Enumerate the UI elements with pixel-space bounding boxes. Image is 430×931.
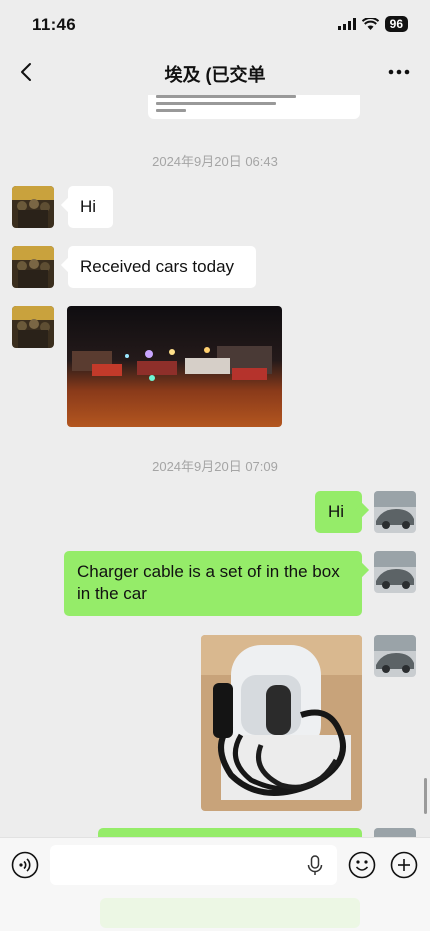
- microphone-icon[interactable]: [305, 855, 325, 877]
- message-input[interactable]: [50, 845, 337, 885]
- message-text: Charger cable is a set of in the box in …: [77, 562, 340, 603]
- timestamp: 2024年9月20日 07:09: [152, 459, 278, 474]
- signal-icon: [337, 18, 356, 30]
- message-text: Hi: [80, 197, 97, 216]
- previous-message-image[interactable]: [148, 95, 360, 119]
- emoji-button[interactable]: [347, 850, 377, 880]
- message-text: Hi: [328, 502, 345, 521]
- user-avatar[interactable]: [374, 491, 416, 533]
- voice-icon: [11, 851, 39, 879]
- message-text: Received cars today: [80, 257, 235, 276]
- more-button[interactable]: [384, 58, 414, 86]
- scrollbar-thumb[interactable]: [424, 778, 427, 814]
- keyboard-shadow: [100, 898, 360, 928]
- contact-avatar[interactable]: [12, 186, 54, 228]
- contact-avatar[interactable]: [12, 246, 54, 288]
- status-time: 11:46: [32, 15, 77, 34]
- chat-area[interactable]: 2024年9月20日 06:43 Hi Received cars today: [0, 95, 430, 837]
- user-avatar[interactable]: [374, 551, 416, 593]
- status-icons: 96: [337, 16, 408, 32]
- received-cars-photo[interactable]: [67, 306, 282, 427]
- user-avatar[interactable]: [374, 828, 416, 837]
- outgoing-message-bubble[interactable]: Charger cable is a set of in the box in …: [64, 551, 362, 616]
- plus-icon: [390, 851, 418, 879]
- timestamp: 2024年9月20日 06:43: [152, 154, 278, 169]
- contact-avatar[interactable]: [12, 306, 54, 348]
- outgoing-message-bubble[interactable]: [98, 828, 362, 837]
- charger-cable-photo[interactable]: [201, 635, 362, 811]
- nav-bar: 埃及 (已交单: [0, 50, 430, 95]
- status-bar: 11:46 96: [0, 0, 430, 50]
- incoming-message-bubble[interactable]: Received cars today: [68, 246, 256, 288]
- outgoing-message-bubble[interactable]: Hi: [315, 491, 362, 533]
- incoming-message-bubble[interactable]: Hi: [68, 186, 113, 228]
- voice-mode-button[interactable]: [10, 850, 40, 880]
- emoji-icon: [348, 851, 376, 879]
- user-avatar[interactable]: [374, 635, 416, 677]
- more-functions-button[interactable]: [389, 850, 419, 880]
- more-dots-icon: [388, 69, 410, 75]
- message-input-bar: [0, 837, 430, 931]
- battery-indicator: 96: [384, 16, 408, 32]
- chat-title: 埃及 (已交单: [164, 65, 266, 85]
- wifi-icon: [361, 18, 379, 30]
